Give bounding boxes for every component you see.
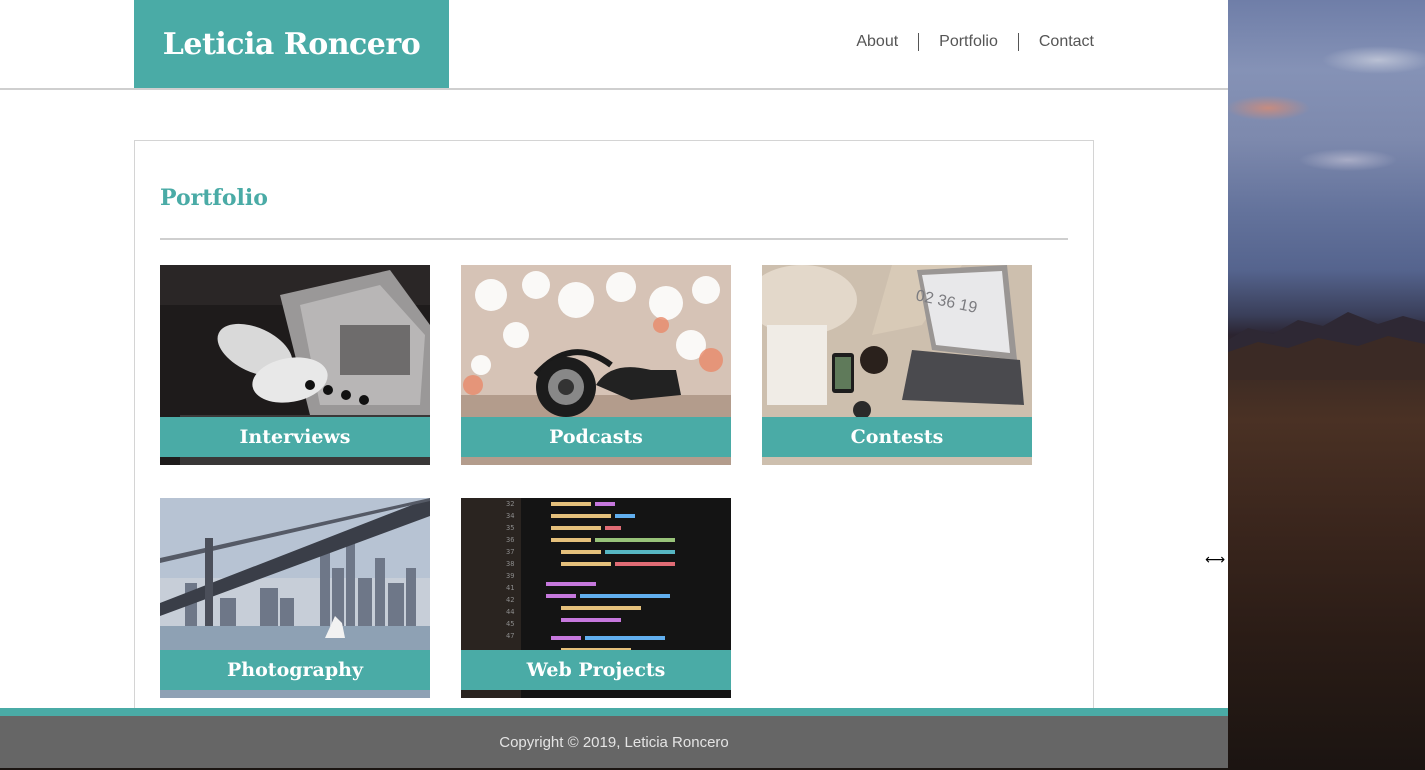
- desktop-wallpaper: [1228, 0, 1425, 770]
- title-divider: [160, 238, 1068, 240]
- nav-contact[interactable]: Contact: [1017, 33, 1094, 51]
- card-label: Interviews: [160, 417, 430, 457]
- svg-text:39: 39: [506, 572, 514, 580]
- site-footer: Copyright © 2019, Leticia Roncero: [0, 716, 1228, 768]
- portfolio-card-interviews[interactable]: Interviews: [160, 265, 430, 465]
- page-title: Portfolio: [160, 185, 268, 211]
- svg-text:36: 36: [506, 536, 514, 544]
- svg-text:34: 34: [506, 512, 514, 520]
- svg-text:32: 32: [506, 500, 514, 508]
- site-header: Leticia Roncero About Portfolio Contact: [0, 0, 1228, 90]
- card-label: Web Projects: [461, 650, 731, 690]
- portfolio-card-contests[interactable]: 02 36 19 Contests: [762, 265, 1032, 465]
- card-label: Contests: [762, 417, 1032, 457]
- resize-horizontal-icon: ⟷: [1205, 552, 1226, 568]
- portfolio-panel: Portfolio Interviews Podcasts 02 36 19 C…: [134, 140, 1094, 768]
- svg-text:35: 35: [506, 524, 514, 532]
- copyright-text: Copyright © 2019, Leticia Roncero: [499, 733, 729, 751]
- svg-text:38: 38: [506, 560, 514, 568]
- site-logo[interactable]: Leticia Roncero: [134, 0, 449, 88]
- svg-text:45: 45: [506, 620, 514, 628]
- svg-text:42: 42: [506, 596, 514, 604]
- svg-text:37: 37: [506, 548, 514, 556]
- svg-text:44: 44: [506, 608, 514, 616]
- svg-text:47: 47: [506, 632, 514, 640]
- nav-about[interactable]: About: [836, 33, 918, 51]
- nav-portfolio[interactable]: Portfolio: [918, 33, 1018, 51]
- card-label: Podcasts: [461, 417, 731, 457]
- svg-text:41: 41: [506, 584, 514, 592]
- browser-page: Leticia Roncero About Portfolio Contact …: [0, 0, 1228, 768]
- portfolio-card-web-projects[interactable]: 32 34 35 36 37 38 39 41 42 44 45 47 Web …: [461, 498, 731, 698]
- portfolio-card-podcasts[interactable]: Podcasts: [461, 265, 731, 465]
- footer-accent-bar: [0, 708, 1228, 716]
- wallpaper-mountains: [1228, 312, 1425, 380]
- portfolio-card-photography[interactable]: Photography: [160, 498, 430, 698]
- card-label: Photography: [160, 650, 430, 690]
- main-nav: About Portfolio Contact: [836, 33, 1094, 51]
